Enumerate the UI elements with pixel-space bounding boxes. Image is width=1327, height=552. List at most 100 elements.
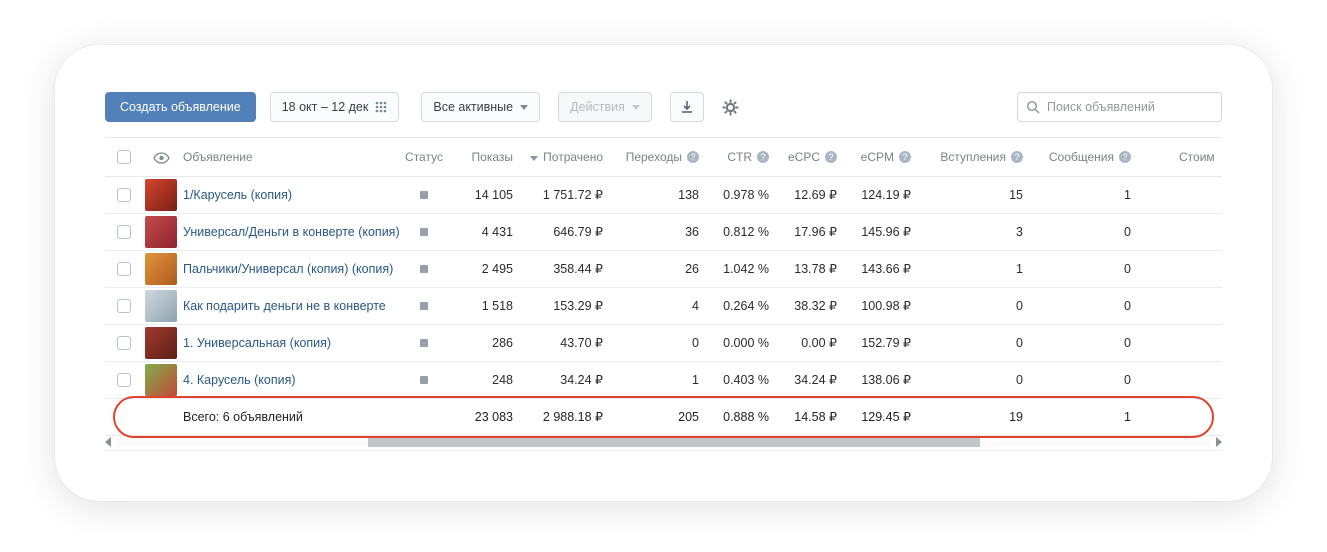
cell-joins: 0: [921, 324, 1033, 361]
help-icon[interactable]: ?: [1011, 151, 1023, 163]
settings-button[interactable]: [714, 92, 747, 122]
row-checkbox[interactable]: [117, 299, 131, 313]
cell-spent: 43.70 ₽: [523, 324, 613, 361]
row-checkbox[interactable]: [117, 262, 131, 276]
status-icon: [420, 376, 428, 384]
total-clicks: 205: [613, 398, 709, 435]
cell-spent: 34.24 ₽: [523, 361, 613, 398]
cell-ecpc: 0.00 ₽: [779, 324, 847, 361]
cell-joins: 15: [921, 176, 1033, 213]
row-checkbox[interactable]: [117, 225, 131, 239]
row-checkbox[interactable]: [117, 373, 131, 387]
ad-thumbnail[interactable]: [145, 216, 177, 248]
ad-thumbnail[interactable]: [145, 290, 177, 322]
help-icon[interactable]: ?: [899, 151, 911, 163]
ad-name-link[interactable]: Пальчики/Универсал (копия) (копия): [183, 262, 393, 276]
select-all-checkbox[interactable]: [117, 150, 131, 164]
row-checkbox[interactable]: [117, 336, 131, 350]
ads-table: Объявление Статус Показы Потрачено Перех…: [105, 138, 1222, 436]
search-input[interactable]: [1047, 100, 1213, 114]
cell-cost: [1141, 250, 1222, 287]
date-range-picker[interactable]: 18 окт – 12 дек: [270, 92, 400, 122]
cell-ctr: 0.812 %: [709, 213, 779, 250]
total-row: Всего: 6 объявлений 23 083 2 988.18 ₽ 20…: [105, 398, 1222, 435]
cell-spent: 358.44 ₽: [523, 250, 613, 287]
export-button[interactable]: [670, 92, 704, 122]
status-filter-dropdown[interactable]: Все активные: [421, 92, 540, 122]
column-header-joins[interactable]: Вступления?: [921, 138, 1033, 176]
cell-cost: [1141, 287, 1222, 324]
cell-clicks: 26: [613, 250, 709, 287]
ad-name-link[interactable]: 1/Карусель (копия): [183, 188, 292, 202]
total-ctr: 0.888 %: [709, 398, 779, 435]
ad-thumbnail[interactable]: [145, 364, 177, 396]
cell-cost: [1141, 361, 1222, 398]
scroll-right-arrow[interactable]: [1216, 437, 1222, 447]
cell-messages: 0: [1033, 287, 1141, 324]
eye-icon: [153, 152, 170, 164]
table-row: Как подарить деньги не в конверте 1 518 …: [105, 287, 1222, 324]
column-header-messages[interactable]: Сообщения?: [1033, 138, 1141, 176]
column-header-clicks[interactable]: Переходы?: [613, 138, 709, 176]
actions-dropdown[interactable]: Действия: [558, 92, 652, 122]
table-row: 4. Карусель (копия) 248 34.24 ₽ 1 0.403 …: [105, 361, 1222, 398]
ads-table-body: 1/Карусель (копия) 14 105 1 751.72 ₽ 138…: [105, 176, 1222, 398]
ad-thumbnail[interactable]: [145, 253, 177, 285]
ad-name-link[interactable]: Как подарить деньги не в конверте: [183, 299, 386, 313]
search-icon: [1026, 100, 1040, 114]
total-joins: 19: [921, 398, 1033, 435]
ad-thumbnail[interactable]: [145, 179, 177, 211]
cell-ecpm: 152.79 ₽: [847, 324, 921, 361]
scroll-left-arrow[interactable]: [105, 437, 111, 447]
cell-clicks: 4: [613, 287, 709, 324]
column-header-ecpc[interactable]: eCPC?: [779, 138, 847, 176]
table-header-row: Объявление Статус Показы Потрачено Перех…: [105, 138, 1222, 176]
cell-clicks: 138: [613, 176, 709, 213]
date-range-label: 18 окт – 12 дек: [282, 100, 369, 114]
cell-joins: 0: [921, 361, 1033, 398]
help-icon[interactable]: ?: [1119, 151, 1131, 163]
column-header-ecpm[interactable]: eCPM?: [847, 138, 921, 176]
column-header-ad[interactable]: Объявление: [183, 138, 393, 176]
cell-ecpc: 12.69 ₽: [779, 176, 847, 213]
column-header-cost[interactable]: Стоим: [1141, 138, 1222, 176]
help-icon[interactable]: ?: [757, 151, 769, 163]
cell-clicks: 0: [613, 324, 709, 361]
total-label: Всего: 6 объявлений: [183, 398, 455, 435]
scrollbar-thumb[interactable]: [368, 438, 980, 447]
scrollbar-track[interactable]: [117, 438, 1210, 447]
ad-thumbnail[interactable]: [145, 327, 177, 359]
cell-impressions: 4 431: [455, 213, 523, 250]
ad-name-link[interactable]: 4. Карусель (копия): [183, 373, 296, 387]
cell-cost: [1141, 213, 1222, 250]
column-header-spent[interactable]: Потрачено: [523, 138, 613, 176]
ad-name-link[interactable]: Универсал/Деньги в конверте (копия): [183, 225, 400, 239]
chevron-down-icon: [520, 105, 528, 110]
ad-name-link[interactable]: 1. Универсальная (копия): [183, 336, 331, 350]
row-checkbox[interactable]: [117, 188, 131, 202]
help-icon[interactable]: ?: [825, 151, 837, 163]
cell-ecpm: 145.96 ₽: [847, 213, 921, 250]
cell-cost: [1141, 324, 1222, 361]
cell-spent: 153.29 ₽: [523, 287, 613, 324]
total-spent: 2 988.18 ₽: [523, 398, 613, 435]
cell-spent: 646.79 ₽: [523, 213, 613, 250]
cell-joins: 0: [921, 287, 1033, 324]
status-icon: [420, 228, 428, 236]
column-header-ctr[interactable]: CTR?: [709, 138, 779, 176]
cell-clicks: 36: [613, 213, 709, 250]
toolbar: Создать объявление 18 окт – 12 дек Все а…: [105, 91, 1222, 123]
cell-messages: 0: [1033, 324, 1141, 361]
cell-ecpc: 17.96 ₽: [779, 213, 847, 250]
status-icon: [420, 265, 428, 273]
cell-impressions: 1 518: [455, 287, 523, 324]
column-header-status[interactable]: Статус: [393, 138, 455, 176]
column-header-impressions[interactable]: Показы: [455, 138, 523, 176]
create-ad-button[interactable]: Создать объявление: [105, 92, 256, 122]
status-icon: [420, 191, 428, 199]
help-icon[interactable]: ?: [687, 151, 699, 163]
cell-ecpm: 138.06 ₽: [847, 361, 921, 398]
total-messages: 1: [1033, 398, 1141, 435]
table-row: Пальчики/Универсал (копия) (копия) 2 495…: [105, 250, 1222, 287]
sort-desc-icon: [530, 156, 538, 161]
